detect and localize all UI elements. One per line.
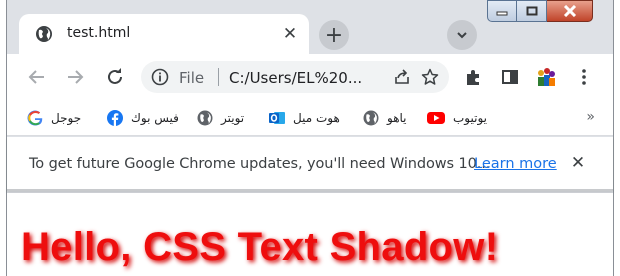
globe-icon (363, 110, 379, 126)
url-text[interactable]: C:/Users/EL%20... (229, 69, 362, 87)
minimize-icon (496, 6, 508, 16)
reload-icon (106, 68, 124, 86)
maximize-icon (526, 6, 538, 16)
bookmark-label: هوت ميل (293, 111, 340, 125)
back-button[interactable] (25, 65, 49, 89)
facebook-icon (107, 110, 123, 126)
arrow-left-icon (28, 68, 46, 86)
tab-search-button[interactable] (447, 20, 477, 50)
bookmark-yahoo[interactable]: ياهو (363, 108, 407, 128)
bookmark-facebook[interactable]: فيس بوك (107, 108, 179, 128)
close-window-button[interactable] (547, 0, 593, 22)
bookmark-hotmail[interactable]: هوت ميل (269, 108, 340, 128)
bookmark-label: تويتر (221, 111, 245, 125)
toolbar: File C:/Users/EL%20... (7, 54, 613, 100)
new-tab-button[interactable]: + (319, 20, 349, 50)
bookmark-label: ياهو (387, 111, 407, 125)
bookmark-label: جوجل (51, 111, 82, 125)
forward-button[interactable] (63, 65, 87, 89)
outlook-icon (269, 110, 285, 126)
bookmark-twitter[interactable]: تويتر (197, 108, 244, 128)
reload-button[interactable] (103, 65, 127, 89)
more-menu-icon[interactable] (573, 66, 595, 88)
scheme-divider (218, 68, 219, 86)
learn-more-link[interactable]: Learn more (474, 156, 557, 172)
tab-strip: test.html ✕ + (7, 0, 613, 54)
extensions-icon[interactable] (463, 66, 485, 88)
globe-icon (35, 25, 53, 43)
info-icon[interactable] (151, 68, 169, 86)
youtube-icon (427, 110, 445, 126)
bookmarks-bar: جوجل فيس بوك تويتر هوت ميل ياهو يوتيوب » (7, 100, 613, 136)
bookmark-label: فيس بوك (131, 111, 179, 125)
close-icon (563, 5, 577, 17)
update-infobar: To get future Google Chrome updates, you… (7, 137, 613, 191)
infobar-message: To get future Google Chrome updates, you… (29, 156, 491, 172)
address-bar[interactable]: File C:/Users/EL%20... (141, 61, 449, 93)
profile-avatar-icon[interactable] (535, 66, 557, 88)
page-heading: Hello, CSS Text Shadow! (21, 225, 499, 269)
star-icon[interactable] (421, 68, 439, 86)
page-content: Hello, CSS Text Shadow! (7, 193, 613, 276)
tab-test-html[interactable]: test.html ✕ (19, 14, 309, 54)
share-icon[interactable] (393, 68, 411, 86)
minimize-button[interactable] (487, 0, 517, 22)
globe-icon (197, 110, 213, 126)
bookmarks-overflow-button[interactable]: » (586, 109, 595, 125)
scheme-label: File (179, 69, 205, 87)
google-icon (27, 110, 43, 126)
arrow-right-icon (66, 68, 84, 86)
maximize-button[interactable] (517, 0, 547, 22)
side-panel-icon[interactable] (499, 66, 521, 88)
window-controls (487, 0, 593, 22)
tab-close-button[interactable]: ✕ (279, 23, 301, 45)
tab-title: test.html (67, 25, 131, 41)
bookmark-youtube[interactable]: يوتيوب (427, 108, 487, 128)
bookmark-google[interactable]: جوجل (27, 108, 81, 128)
bookmark-label: يوتيوب (453, 111, 487, 125)
browser-window: test.html ✕ + File C:/Users/EL%20... جوج… (6, 0, 614, 276)
chevron-down-icon (455, 28, 469, 42)
infobar-close-button[interactable]: ✕ (567, 152, 589, 174)
